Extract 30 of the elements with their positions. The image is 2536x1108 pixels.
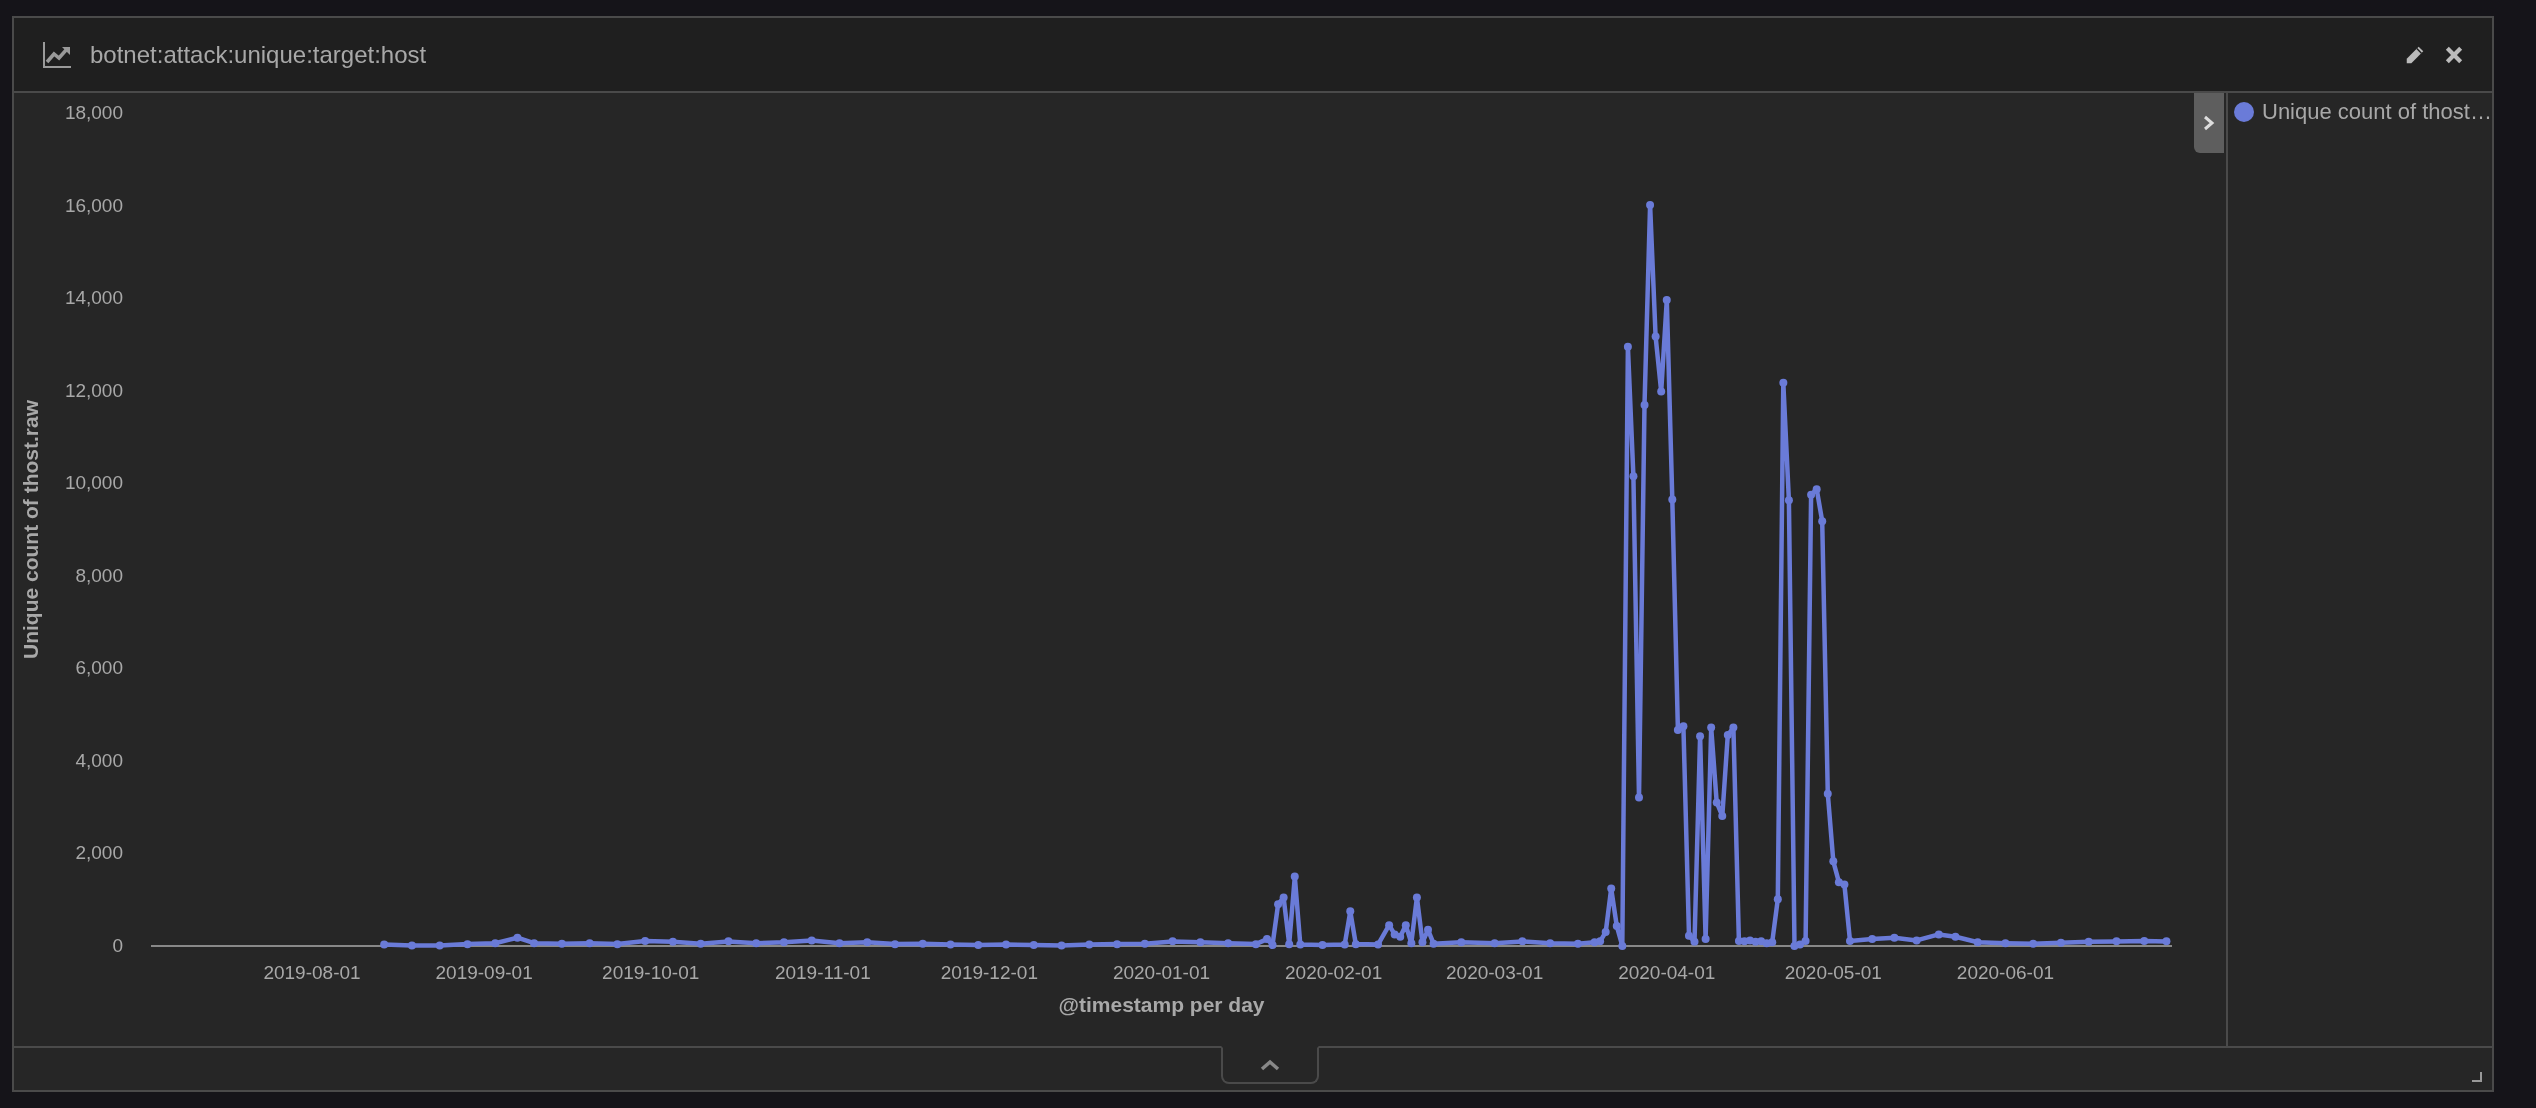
x-tick-label: 2020-04-01 <box>1618 962 1716 983</box>
resize-handle-icon[interactable] <box>2472 1072 2482 1082</box>
y-tick-label: 0 <box>112 935 123 956</box>
caret-up-icon <box>1260 1059 1280 1071</box>
y-tick-label: 12,000 <box>64 379 123 401</box>
y-tick-label: 16,000 <box>64 194 123 216</box>
x-tick-label: 2019-08-01 <box>263 962 361 983</box>
y-tick-label: 8,000 <box>75 564 123 586</box>
y-tick-label: 10,000 <box>64 472 123 494</box>
close-icon[interactable] <box>2444 44 2464 65</box>
y-tick-label: 6,000 <box>75 657 123 679</box>
chevron-right-icon <box>2203 115 2215 131</box>
y-tick-label: 18,000 <box>64 102 123 123</box>
y-axis-title: Unique count of thost.raw <box>19 400 42 659</box>
x-tick-label: 2019-09-01 <box>435 962 533 983</box>
x-tick-label: 2019-12-01 <box>940 962 1038 983</box>
panel-title: botnet:attack:unique:target:host <box>90 40 427 69</box>
legend-toggle-button[interactable] <box>2194 93 2224 153</box>
line-chart-icon <box>42 40 72 69</box>
x-tick-label: 2020-05-01 <box>1784 962 1882 983</box>
x-tick-label: 2019-11-01 <box>774 962 871 983</box>
x-tick-label: 2020-03-01 <box>1446 962 1544 983</box>
x-axis-title: @timestamp per day <box>1058 993 1265 1016</box>
x-tick-label: 2020-01-01 <box>1112 962 1211 983</box>
y-tick-label: 4,000 <box>75 749 123 771</box>
x-tick-label: 2020-02-01 <box>1285 962 1383 983</box>
y-tick-label: 14,000 <box>64 287 123 309</box>
x-tick-label: 2019-10-01 <box>602 962 700 983</box>
y-tick-label: 2,000 <box>75 842 123 864</box>
x-tick-label: 2020-06-01 <box>1956 962 2055 983</box>
